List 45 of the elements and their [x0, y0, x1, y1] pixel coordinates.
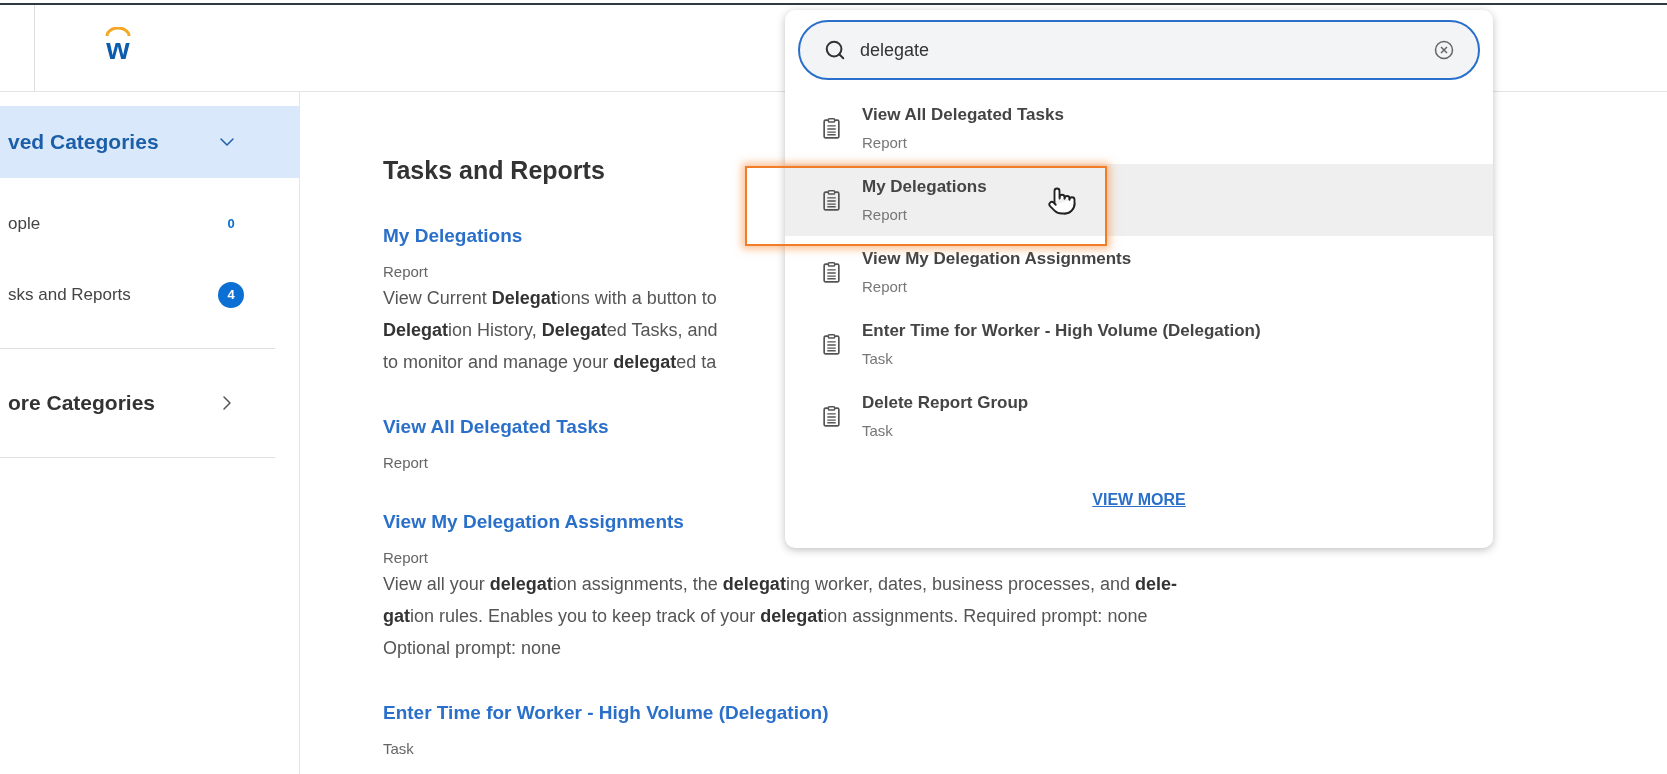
clear-icon[interactable] — [1434, 40, 1454, 60]
suggestion-type: Report — [862, 132, 909, 153]
suggestion-title: Enter Time for Worker - High Volume (Delegation) — [862, 320, 1261, 342]
result-link[interactable]: View My Delegation Assignments — [383, 509, 684, 535]
suggestion-type: Report — [862, 204, 909, 225]
count-badge: 4 — [218, 281, 244, 308]
result-description: View Current Delegations with a button to Delegation History, Delegated Tasks, and to monitor and manage your delegated ta — [383, 287, 718, 374]
search-suggestion[interactable]: Enter Time for Worker - High Volume (Delegation) Task — [785, 308, 1493, 380]
suggestion-type: Task — [862, 348, 894, 369]
suggestion-title: My Delegations — [862, 176, 987, 198]
sidebar-item[interactable]: ople 0 — [0, 188, 299, 259]
search-suggestion[interactable]: View My Delegation Assignments Report — [785, 236, 1493, 308]
result-type: Report — [383, 548, 429, 568]
result-description: View all your delegation assignments, the delegating worker, dates, business processes, and dele- gation rules. Enables you to keep track of your delegation assignments. Required prompt: none Optional prompt: none — [383, 573, 1178, 660]
sidebar-item[interactable]: sks and Reports 4 — [0, 259, 299, 330]
suggestion-title: View All Delegated Tasks — [862, 104, 1064, 126]
result-link[interactable]: View All Delegated Tasks — [383, 414, 609, 440]
suggestion-type: Report — [862, 276, 909, 297]
suggestion-title: Delete Report Group — [862, 392, 1029, 414]
suggestion-title: View My Delegation Assignments — [862, 248, 1132, 270]
hand-pointer-icon — [1047, 186, 1077, 216]
search-suggestion[interactable]: Delete Report Group Task — [785, 380, 1493, 452]
logo[interactable]: w — [106, 37, 130, 61]
report-icon — [823, 117, 840, 139]
search-field[interactable]: delegate — [798, 20, 1480, 80]
search-input[interactable]: delegate — [860, 36, 1434, 64]
count: 0 — [226, 214, 236, 233]
report-icon — [823, 189, 840, 211]
report-icon — [823, 405, 840, 427]
sidebar-section[interactable]: ore Categories — [0, 348, 275, 458]
result-type: Report — [383, 262, 429, 282]
result-link[interactable]: Enter Time for Worker - High Volume (Delegation) — [383, 700, 829, 726]
search-suggestion[interactable]: My Delegations Report — [785, 164, 1493, 236]
section-heading: Tasks and Reports — [383, 155, 605, 185]
view-more-link[interactable]: VIEW MORE — [1092, 488, 1186, 512]
search-suggestion[interactable]: View All Delegated Tasks Report — [785, 92, 1493, 164]
result-link[interactable]: My Delegations — [383, 223, 523, 249]
result-type: Task — [383, 739, 414, 759]
report-icon — [823, 261, 840, 283]
report-icon — [823, 333, 840, 355]
suggestion-type: Task — [862, 420, 894, 441]
search-icon — [824, 39, 846, 61]
result-type: Report — [383, 453, 429, 473]
sidebar-section[interactable]: ved Categories — [0, 106, 299, 178]
logo-arc-icon — [105, 27, 131, 37]
